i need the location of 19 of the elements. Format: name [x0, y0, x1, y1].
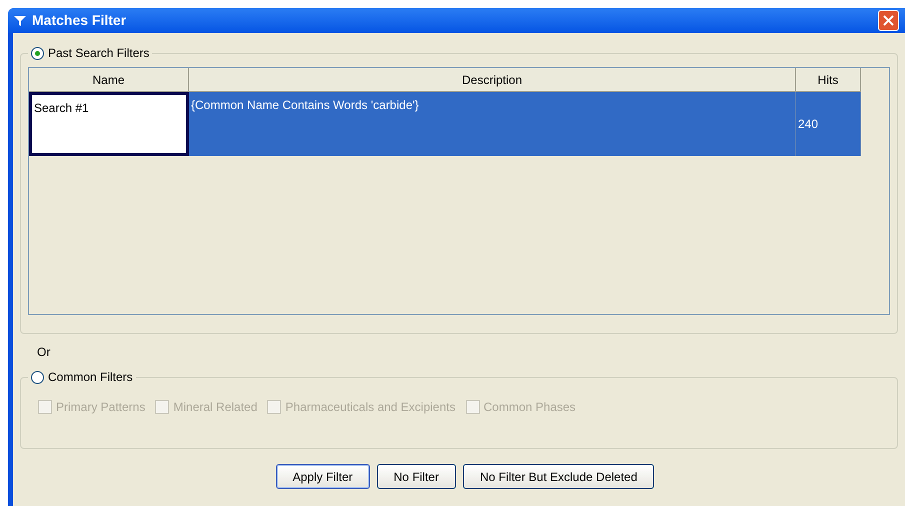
- dialog-button[interactable]: Apply Filter: [276, 464, 370, 489]
- column-header[interactable]: Name: [29, 68, 189, 92]
- dialog-button[interactable]: No Filter: [376, 464, 456, 489]
- dialog-button[interactable]: No Filter But Exclude Deleted: [462, 464, 654, 489]
- table-cell: {Common Name Contains Words 'carbide'}: [189, 92, 796, 156]
- table-row[interactable]: Search #1 {Common Name Contains Words 'carbide'} 240: [29, 92, 889, 156]
- radio-button[interactable]: [31, 370, 44, 384]
- close-button[interactable]: [878, 10, 899, 31]
- radio-button[interactable]: [31, 46, 44, 60]
- radio-label[interactable]: Past Search Filters: [48, 44, 150, 62]
- funnel-icon: [14, 14, 26, 26]
- table-cell: 240: [796, 92, 861, 156]
- column-header[interactable]: Hits: [796, 68, 861, 92]
- column-header[interactable]: Description: [189, 68, 796, 92]
- close-icon: [883, 15, 894, 26]
- separator-label: Or: [37, 344, 50, 361]
- window-title: Matches Filter: [32, 11, 126, 30]
- table-cell: Search #1: [29, 92, 189, 156]
- radio-label[interactable]: Common Filters: [48, 368, 133, 386]
